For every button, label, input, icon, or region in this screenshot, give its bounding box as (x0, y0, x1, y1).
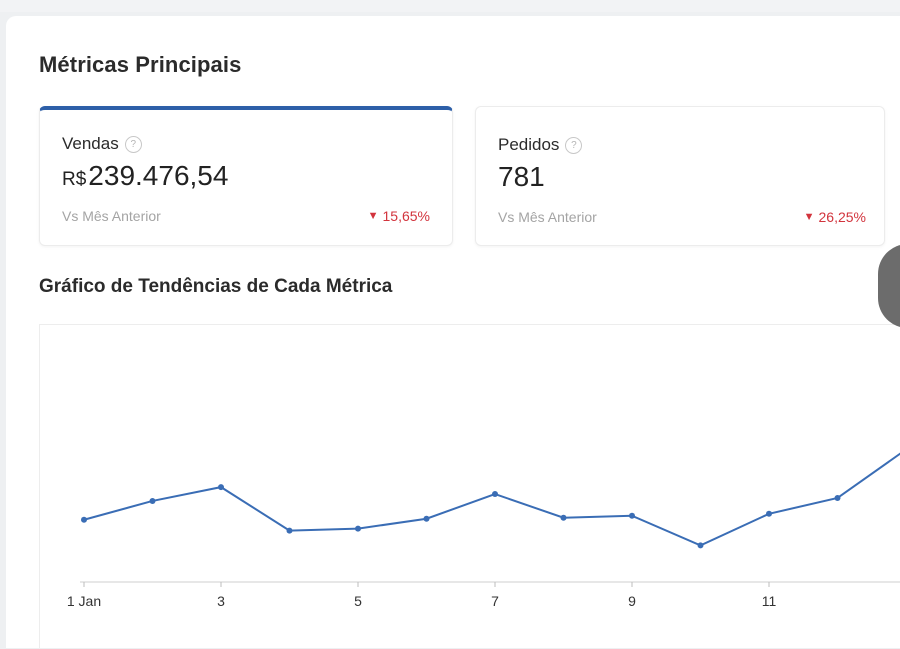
sales-amount: 239.476,54 (88, 160, 229, 191)
trend-chart-svg: 1 Jan 3 5 7 9 11 (67, 452, 900, 609)
sales-delta-value: 15,65% (382, 208, 430, 224)
currency-symbol: R$ (62, 169, 87, 190)
sales-value: R$239.476,54 (62, 160, 228, 192)
sales-metric-card[interactable]: Vendas ? R$239.476,54 Vs Mês Anterior ▼ … (39, 106, 453, 246)
down-arrow-icon: ▼ (803, 211, 815, 223)
series-line (83, 452, 900, 547)
orders-label-row: Pedidos ? (498, 135, 583, 155)
data-point[interactable] (355, 525, 361, 532)
data-point[interactable] (149, 497, 156, 504)
orders-metric-card[interactable]: Pedidos ? 781 Vs Mês Anterior ▼ 26,25% (475, 106, 885, 246)
sales-label-row: Vendas ? (62, 134, 142, 154)
data-point[interactable] (286, 527, 293, 534)
sales-compare-label: Vs Mês Anterior (62, 208, 161, 224)
data-point[interactable] (697, 542, 704, 549)
help-icon[interactable]: ? (124, 135, 142, 153)
help-icon[interactable]: ? (565, 136, 583, 154)
chart-title: Gráfico de Tendências de Cada Métrica (39, 276, 393, 297)
data-point[interactable] (629, 512, 635, 519)
trend-chart[interactable]: 1 Jan 3 5 7 9 11 (39, 324, 900, 648)
orders-delta-value: 26,25% (818, 209, 866, 225)
data-point[interactable] (766, 510, 772, 517)
top-strip (0, 0, 900, 12)
sales-delta: ▼ 15,65% (368, 208, 430, 224)
section-title: Métricas Principais (39, 52, 242, 77)
orders-compare-label: Vs Mês Anterior (498, 209, 597, 225)
data-point[interactable] (492, 491, 498, 498)
x-tick-label: 11 (762, 593, 777, 609)
x-tick-label: 3 (217, 593, 225, 609)
x-tick-label: 5 (354, 593, 362, 609)
data-point[interactable] (81, 516, 87, 523)
data-point[interactable] (560, 514, 567, 521)
data-point[interactable] (218, 484, 224, 491)
x-tick-label: 9 (628, 593, 636, 609)
x-tick-label: 1 Jan (67, 593, 101, 609)
down-arrow-icon: ▼ (367, 210, 379, 222)
sales-label: Vendas (62, 134, 119, 153)
data-point[interactable] (423, 515, 430, 522)
x-tick-label: 7 (491, 593, 499, 609)
orders-delta: ▼ 26,25% (804, 209, 866, 225)
orders-value: 781 (498, 161, 545, 192)
orders-label: Pedidos (498, 135, 560, 154)
data-point[interactable] (834, 494, 841, 501)
